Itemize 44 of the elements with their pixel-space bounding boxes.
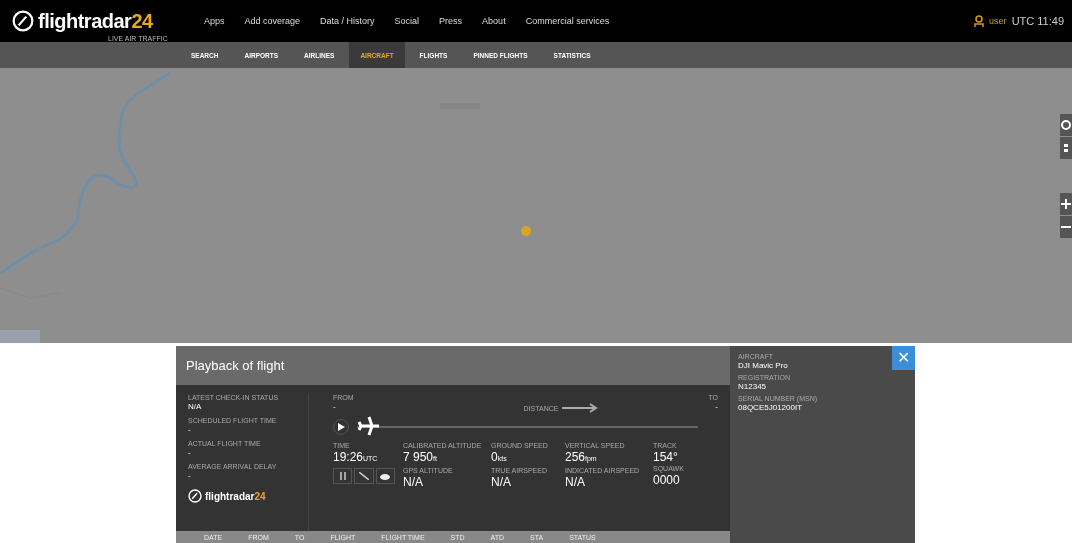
nav-link[interactable]: Apps [204,16,225,26]
nav-link[interactable]: About [482,16,506,26]
pause-button[interactable] [333,468,353,484]
nav-link[interactable]: Press [439,16,463,26]
field-value: - [715,402,718,411]
radar-logo-icon [12,10,34,32]
field-value: 154° [653,450,679,464]
panel-title: Playback of flight [186,358,285,373]
airplane-icon[interactable] [357,415,381,437]
user-icon [974,14,985,28]
logo-text: flightradar24 [205,490,266,502]
plus-icon [1061,199,1071,209]
route-button[interactable] [354,468,374,484]
field-value: - [188,471,192,480]
field-value: N/A [403,475,424,489]
field-value: - [188,425,192,434]
field-value: 08QCE5J01200IT [738,403,804,412]
logo-text: flightradar24 [38,9,153,33]
nav-link[interactable]: Commercial services [525,16,610,26]
nav-link[interactable]: Social [394,16,420,26]
user-link[interactable]: user [989,16,1007,26]
radar-logo-icon [188,489,202,503]
field-value: DJI Mavic Pro [738,361,789,370]
nav-link[interactable]: Add coverage [244,16,301,26]
field-value: - [333,402,337,411]
camera-button[interactable] [375,468,395,484]
play-button[interactable] [333,419,349,435]
zoom-out-button[interactable] [1060,216,1072,238]
field-value: N/A [491,475,512,489]
field-value: N/A [565,475,586,489]
pause-icon [338,472,347,480]
field-value: N12345 [738,382,768,391]
fullscreen-button[interactable] [1060,137,1072,159]
play-icon [337,423,345,431]
cloud-icon [380,472,391,480]
zoom-in-button[interactable] [1060,193,1072,215]
line-icon [359,472,369,480]
arrow-icon [562,403,599,413]
nav-link[interactable]: Data / History [320,16,375,26]
field-value: 0000 [653,473,681,487]
compass-button[interactable] [1060,114,1072,136]
field-value: - [188,448,192,457]
clock: UTC 11:49 [1011,15,1064,27]
field-value: N/A [188,402,203,411]
